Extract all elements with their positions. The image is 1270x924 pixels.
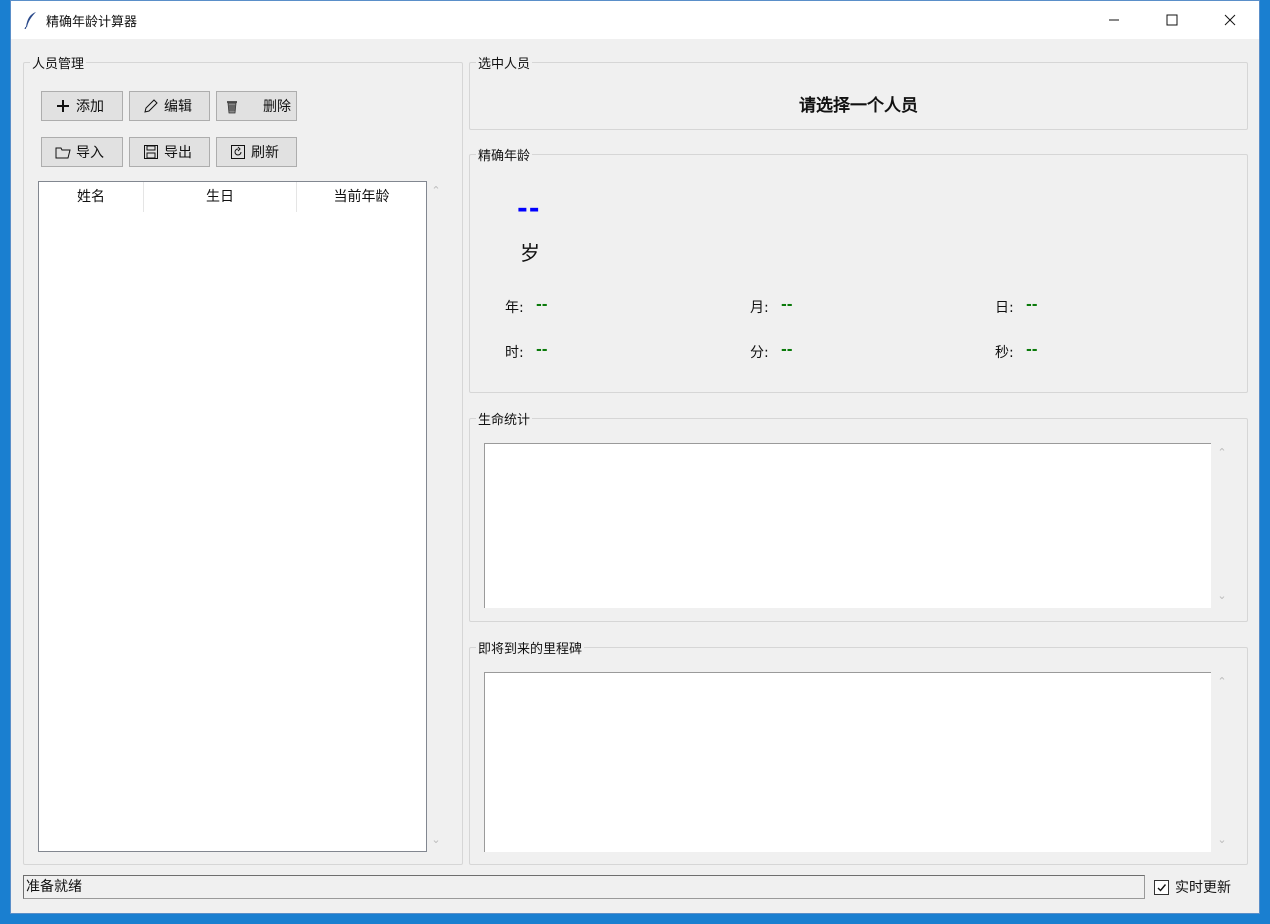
minimize-icon [1109, 19, 1119, 21]
maximize-icon [1166, 14, 1178, 26]
selected-group-legend: 选中人员 [478, 57, 531, 72]
stats-scroll-up-icon[interactable]: ⌃ [1214, 446, 1230, 459]
months-label: 月: [750, 300, 769, 316]
save-icon [142, 143, 160, 161]
table-scroll-up-icon[interactable]: ⌃ [428, 184, 444, 197]
stats-scroll-down-icon[interactable]: ⌄ [1214, 589, 1230, 602]
folder-icon [54, 143, 72, 161]
pencil-icon [142, 97, 160, 115]
stats-group-legend: 生命统计 [478, 413, 531, 428]
milestones-group-legend: 即将到来的里程碑 [478, 642, 583, 657]
edit-button[interactable]: 编辑 [129, 91, 210, 121]
age-big-value: -- [517, 194, 541, 224]
app-window: 精确年龄计算器 人员管理 添加 编辑 删除 导入 导出 刷新 姓名 生日 当前年… [10, 0, 1260, 914]
selected-person-label: 请选择一个人员 [799, 96, 918, 116]
realtime-toggle[interactable]: 实时更新 [1154, 877, 1231, 897]
minimize-button[interactable] [1085, 1, 1143, 39]
delete-button[interactable]: 删除 [216, 91, 297, 121]
add-button-label: 添加 [76, 99, 104, 115]
days-value: -- [1026, 297, 1038, 313]
realtime-checkbox[interactable] [1154, 879, 1169, 895]
years-label: 年: [505, 300, 524, 316]
delete-button-label: 删除 [263, 99, 291, 115]
plus-icon [54, 97, 72, 115]
refresh-button[interactable]: 刷新 [216, 137, 297, 167]
feather-icon [24, 11, 38, 30]
close-icon [1224, 14, 1236, 26]
milestones-scroll-up-icon[interactable]: ⌃ [1214, 675, 1230, 688]
days-label: 日: [995, 300, 1014, 316]
minutes-label: 分: [750, 345, 769, 361]
add-button[interactable]: 添加 [41, 91, 123, 121]
import-button[interactable]: 导入 [41, 137, 123, 167]
milestones-scroll-down-icon[interactable]: ⌄ [1214, 833, 1230, 846]
checkmark-icon [1157, 883, 1167, 892]
months-value: -- [781, 297, 793, 313]
age-unit: 岁 [520, 241, 540, 265]
refresh-button-label: 刷新 [251, 145, 279, 161]
milestones-text-area[interactable] [484, 672, 1211, 852]
status-bar: 准备就绪 [23, 875, 1145, 899]
window-title: 精确年龄计算器 [46, 15, 138, 30]
hours-label: 时: [505, 345, 524, 361]
table-scroll-down-icon[interactable]: ⌄ [428, 833, 444, 846]
export-button[interactable]: 导出 [129, 137, 210, 167]
title-bar[interactable]: 精确年龄计算器 [11, 1, 1259, 39]
edit-button-label: 编辑 [164, 99, 192, 115]
refresh-icon [229, 143, 247, 161]
seconds-label: 秒: [995, 345, 1014, 361]
column-header-age[interactable]: 当前年龄 [297, 182, 426, 212]
column-header-birthday[interactable]: 生日 [144, 182, 297, 212]
export-button-label: 导出 [164, 145, 192, 161]
stats-text-area[interactable] [484, 443, 1211, 608]
hours-value: -- [536, 342, 548, 358]
age-group: 精确年龄 [469, 145, 1248, 393]
column-header-name[interactable]: 姓名 [39, 182, 144, 212]
realtime-label: 实时更新 [1175, 880, 1231, 896]
age-group-legend: 精确年龄 [478, 149, 531, 164]
maximize-button[interactable] [1143, 1, 1201, 39]
close-button[interactable] [1201, 1, 1259, 39]
people-group-legend: 人员管理 [32, 57, 85, 72]
import-button-label: 导入 [76, 145, 104, 161]
minutes-value: -- [781, 342, 793, 358]
years-value: -- [536, 297, 548, 313]
people-table[interactable]: 姓名 生日 当前年龄 [38, 181, 427, 852]
seconds-value: -- [1026, 342, 1038, 358]
trash-icon [223, 97, 241, 115]
